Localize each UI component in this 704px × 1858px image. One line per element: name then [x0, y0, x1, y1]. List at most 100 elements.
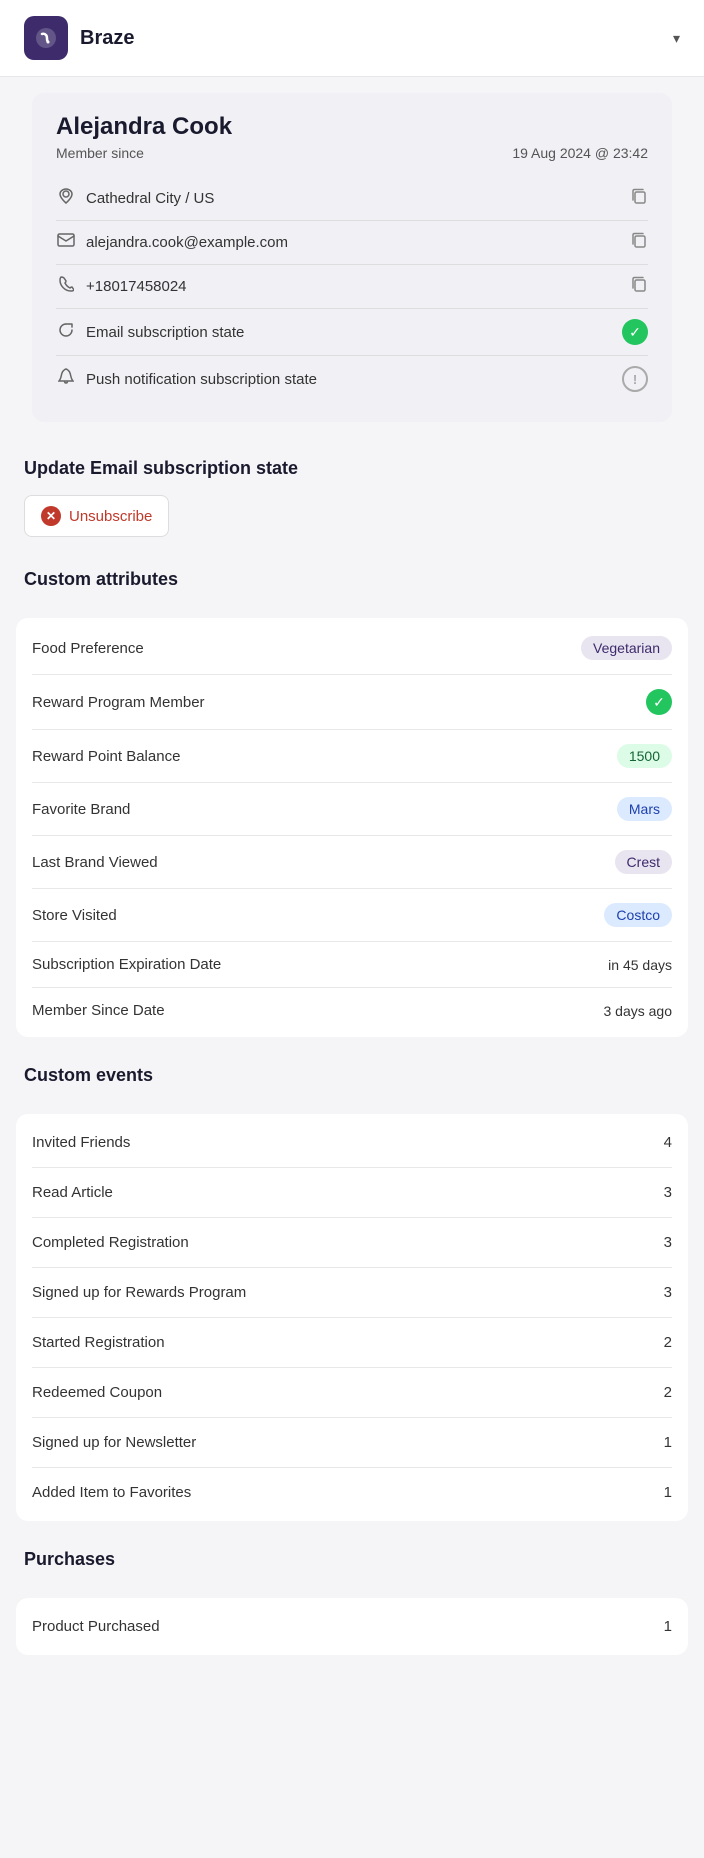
attr-value-reward-balance: 1500 — [617, 744, 672, 768]
event-label-started-registration: Started Registration — [32, 1334, 165, 1351]
event-count-read-article: 3 — [664, 1184, 672, 1201]
event-label-invited-friends: Invited Friends — [32, 1134, 130, 1151]
push-sub-label: Push notification subscription state — [86, 371, 317, 388]
app-title: Braze — [80, 27, 134, 50]
attr-row-food-preference: Food Preference Vegetarian — [32, 622, 672, 675]
profile-card-container: Alejandra Cook Member since 19 Aug 2024 … — [16, 93, 688, 422]
event-count-signed-up-newsletter: 1 — [664, 1434, 672, 1451]
attr-row-sub-expiration: Subscription Expiration Date in 45 days — [32, 942, 672, 988]
event-label-read-article: Read Article — [32, 1184, 113, 1201]
attr-row-store-visited: Store Visited Costco — [32, 889, 672, 942]
event-row-signed-up-newsletter: Signed up for Newsletter 1 — [32, 1418, 672, 1468]
attr-label-reward-balance: Reward Point Balance — [32, 748, 180, 765]
phone-row: +18017458024 — [56, 265, 648, 309]
location-info: Cathedral City / US — [56, 187, 214, 210]
event-label-signed-up-rewards: Signed up for Rewards Program — [32, 1284, 246, 1301]
event-label-redeemed-coupon: Redeemed Coupon — [32, 1384, 162, 1401]
chevron-down-icon[interactable]: ▾ — [673, 30, 680, 47]
event-row-signed-up-rewards: Signed up for Rewards Program 3 — [32, 1268, 672, 1318]
email-update-section: Update Email subscription state ✕ Unsubs… — [0, 438, 704, 549]
custom-events-table: Invited Friends 4 Read Article 3 Complet… — [16, 1114, 688, 1521]
push-sub-info: Push notification subscription state — [56, 368, 317, 391]
attr-value-member-since-date: 3 days ago — [604, 1003, 673, 1019]
app-header: Braze ▾ — [0, 0, 704, 77]
x-icon: ✕ — [41, 506, 61, 526]
location-icon — [56, 187, 76, 210]
copy-location-icon[interactable] — [630, 187, 648, 210]
unsubscribe-button[interactable]: ✕ Unsubscribe — [24, 495, 169, 537]
member-since-row: Member since 19 Aug 2024 @ 23:42 — [56, 145, 648, 161]
attr-row-member-since-date: Member Since Date 3 days ago — [32, 988, 672, 1033]
attr-row-reward-balance: Reward Point Balance 1500 — [32, 730, 672, 783]
push-sub-status-icon: ! — [622, 366, 648, 392]
attr-label-reward-member: Reward Program Member — [32, 694, 205, 711]
unsubscribe-label: Unsubscribe — [69, 508, 152, 525]
email-sub-status-icon: ✓ — [622, 319, 648, 345]
event-row-added-item-favorites: Added Item to Favorites 1 — [32, 1468, 672, 1517]
email-sub-icon — [56, 321, 76, 344]
event-label-signed-up-newsletter: Signed up for Newsletter — [32, 1434, 196, 1451]
purchases-title: Purchases — [24, 1549, 680, 1570]
header-left: Braze — [24, 16, 134, 60]
attr-label-food-preference: Food Preference — [32, 640, 144, 657]
event-row-started-registration: Started Registration 2 — [32, 1318, 672, 1368]
attr-label-last-brand: Last Brand Viewed — [32, 854, 158, 871]
copy-email-icon[interactable] — [630, 231, 648, 254]
custom-events-title: Custom events — [24, 1065, 680, 1086]
member-since-date: 19 Aug 2024 @ 23:42 — [512, 145, 648, 161]
attr-value-favorite-brand: Mars — [617, 797, 672, 821]
email-update-title: Update Email subscription state — [24, 458, 680, 479]
event-label-product-purchased: Product Purchased — [32, 1618, 160, 1635]
attr-value-sub-expiration: in 45 days — [608, 957, 672, 973]
location-row: Cathedral City / US — [56, 177, 648, 221]
email-row: alejandra.cook@example.com — [56, 221, 648, 265]
profile-name: Alejandra Cook — [56, 113, 648, 141]
event-count-started-registration: 2 — [664, 1334, 672, 1351]
attr-label-favorite-brand: Favorite Brand — [32, 801, 130, 818]
location-text: Cathedral City / US — [86, 190, 214, 207]
event-row-product-purchased: Product Purchased 1 — [32, 1602, 672, 1651]
email-sub-label: Email subscription state — [86, 324, 244, 341]
purchases-table: Product Purchased 1 — [16, 1598, 688, 1655]
bell-icon — [56, 368, 76, 391]
event-label-completed-registration: Completed Registration — [32, 1234, 189, 1251]
email-info: alejandra.cook@example.com — [56, 232, 288, 253]
attr-value-reward-member-icon: ✓ — [646, 689, 672, 715]
event-count-invited-friends: 4 — [664, 1134, 672, 1151]
email-text: alejandra.cook@example.com — [86, 234, 288, 251]
attr-label-member-since-date: Member Since Date — [32, 1002, 165, 1019]
event-row-invited-friends: Invited Friends 4 — [32, 1118, 672, 1168]
event-count-completed-registration: 3 — [664, 1234, 672, 1251]
event-count-added-item-favorites: 1 — [664, 1484, 672, 1501]
email-icon — [56, 232, 76, 253]
event-count-redeemed-coupon: 2 — [664, 1384, 672, 1401]
custom-attributes-header: Custom attributes — [0, 549, 704, 618]
event-row-redeemed-coupon: Redeemed Coupon 2 — [32, 1368, 672, 1418]
phone-info: +18017458024 — [56, 275, 187, 298]
event-row-completed-registration: Completed Registration 3 — [32, 1218, 672, 1268]
push-sub-row: Push notification subscription state ! — [56, 356, 648, 402]
attr-label-sub-expiration: Subscription Expiration Date — [32, 956, 221, 973]
member-since-label: Member since — [56, 145, 144, 161]
phone-text: +18017458024 — [86, 278, 187, 295]
profile-card: Alejandra Cook Member since 19 Aug 2024 … — [32, 93, 672, 422]
attr-value-food-preference: Vegetarian — [581, 636, 672, 660]
purchases-header: Purchases — [0, 1529, 704, 1598]
attr-row-favorite-brand: Favorite Brand Mars — [32, 783, 672, 836]
copy-phone-icon[interactable] — [630, 275, 648, 298]
attr-label-store-visited: Store Visited — [32, 907, 117, 924]
phone-icon — [56, 275, 76, 298]
custom-attributes-table: Food Preference Vegetarian Reward Progra… — [16, 618, 688, 1037]
attr-row-last-brand: Last Brand Viewed Crest — [32, 836, 672, 889]
braze-logo-icon — [24, 16, 68, 60]
event-count-signed-up-rewards: 3 — [664, 1284, 672, 1301]
attr-row-reward-member: Reward Program Member ✓ — [32, 675, 672, 730]
attr-value-last-brand: Crest — [615, 850, 672, 874]
event-label-added-item-favorites: Added Item to Favorites — [32, 1484, 191, 1501]
event-count-product-purchased: 1 — [664, 1618, 672, 1635]
email-sub-row: Email subscription state ✓ — [56, 309, 648, 356]
attr-value-store-visited: Costco — [604, 903, 672, 927]
email-sub-info: Email subscription state — [56, 321, 244, 344]
custom-attributes-title: Custom attributes — [24, 569, 680, 590]
event-row-read-article: Read Article 3 — [32, 1168, 672, 1218]
